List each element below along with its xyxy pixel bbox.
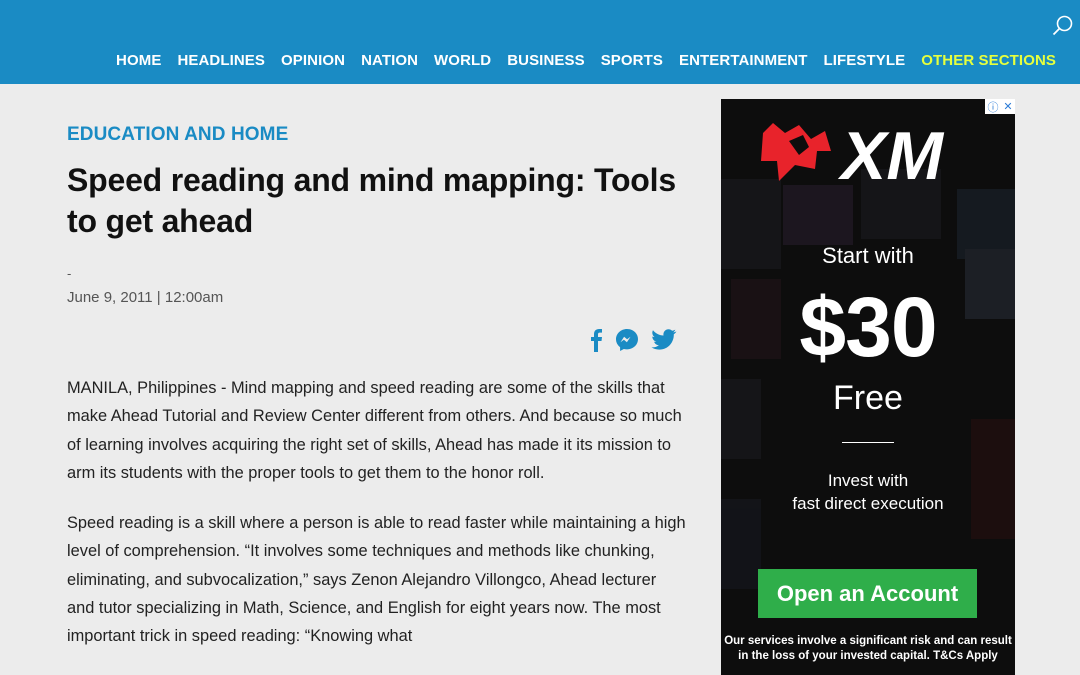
- nav-opinion[interactable]: OPINION: [273, 52, 353, 69]
- ad-disclaimer-line2: in the loss of your invested capital. T&…: [738, 650, 998, 662]
- nav-entertainment[interactable]: ENTERTAINMENT: [671, 52, 816, 69]
- info-icon: ⓘ: [987, 101, 999, 114]
- ad-free-text: Free: [833, 379, 903, 417]
- nav-world[interactable]: WORLD: [426, 52, 499, 69]
- twitter-icon[interactable]: [651, 329, 677, 356]
- adchoices-icon[interactable]: ⓘ ✕: [985, 99, 1015, 114]
- search-icon[interactable]: [1052, 14, 1074, 36]
- article: EDUCATION AND HOME Speed reading and min…: [67, 124, 687, 645]
- paragraph: Speed reading is a skill where a person …: [67, 514, 686, 646]
- ad-invest-line1: Invest with: [827, 471, 909, 490]
- ad-brand-text: XM: [837, 121, 944, 185]
- ad-disclaimer-line1: Our services involve a significant risk …: [724, 635, 1012, 647]
- nav-home[interactable]: HOME: [108, 52, 169, 69]
- top-navigation-bar: HOME HEADLINES OPINION NATION WORLD BUSI…: [0, 0, 1080, 84]
- facebook-icon[interactable]: [589, 328, 603, 357]
- nav-nation[interactable]: NATION: [353, 52, 426, 69]
- main-nav: HOME HEADLINES OPINION NATION WORLD BUSI…: [108, 52, 1064, 69]
- paragraph: MANILA, Philippines - Mind mapping and s…: [67, 379, 682, 482]
- nav-other-sections[interactable]: OTHER SECTIONS: [913, 52, 1064, 69]
- nav-business[interactable]: BUSINESS: [499, 52, 593, 69]
- share-bar: [589, 328, 677, 357]
- nav-headlines[interactable]: HEADLINES: [169, 52, 273, 69]
- nav-sports[interactable]: SPORTS: [593, 52, 671, 69]
- ad-invest-line2: fast direct execution: [792, 494, 944, 513]
- article-body: MANILA, Philippines - Mind mapping and s…: [67, 374, 687, 673]
- article-date: June 9, 2011 | 12:00am: [67, 289, 224, 306]
- advertisement[interactable]: ⓘ ✕ XM Start with $30 Free Invest with f…: [721, 99, 1015, 675]
- close-icon[interactable]: ✕: [1003, 100, 1012, 113]
- ad-start-text: Start with: [822, 243, 914, 268]
- nav-lifestyle[interactable]: LIFESTYLE: [816, 52, 914, 69]
- xm-logo: XM: [761, 121, 944, 185]
- ad-disclaimer: Our services involve a significant risk …: [721, 634, 1015, 664]
- ad-divider: [842, 442, 894, 443]
- article-author: -: [67, 266, 72, 281]
- ad-amount: $30: [799, 280, 937, 374]
- article-headline: Speed reading and mind mapping: Tools to…: [67, 162, 676, 239]
- open-account-button[interactable]: Open an Account: [758, 569, 977, 618]
- section-label[interactable]: EDUCATION AND HOME: [67, 124, 687, 146]
- ad-invest-text: Invest with fast direct execution: [721, 469, 1015, 515]
- messenger-icon[interactable]: [615, 328, 639, 357]
